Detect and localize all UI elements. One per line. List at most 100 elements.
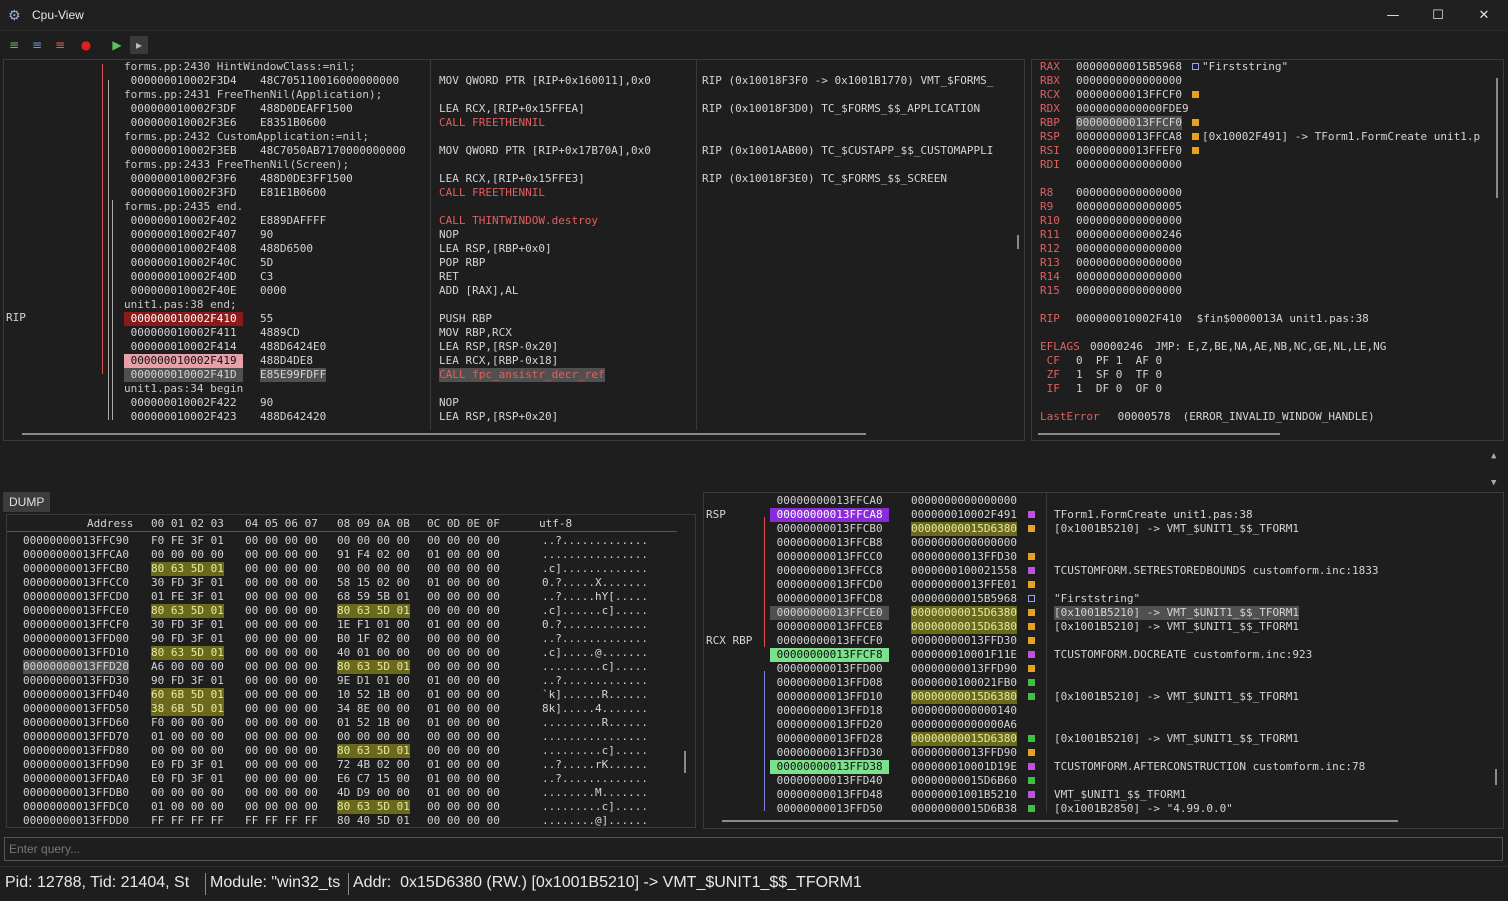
dump-address: 00000000013FFDC0 [23, 800, 129, 813]
horizontal-scrollbar[interactable] [722, 820, 1398, 822]
dump-bytes: 00 00 00 00 [245, 730, 318, 743]
dump-bytes: 00 00 00 00 [245, 660, 318, 673]
horizontal-scrollbar[interactable] [22, 433, 866, 435]
dump-bytes: 01 00 00 00 [427, 688, 500, 701]
register-value: 00000000013FFCF0 [1076, 116, 1182, 130]
memory-dump-panel[interactable]: Address 00 01 02 03 04 05 06 07 08 09 0A 0B… [6, 514, 696, 828]
register-annotation: $fin$0000013A unit1.pas:38 [1190, 312, 1369, 325]
step-out-icon[interactable]: ≡ [51, 36, 69, 54]
stack-rsp-label: RSP [706, 508, 726, 521]
disasm-instruction: MOV RBP,RCX [439, 326, 512, 339]
dump-bytes: A6 00 00 00 [151, 660, 224, 673]
disasm-instruction: MOV QWORD PTR [RIP+0x17B70A],0x0 [439, 144, 651, 157]
step-over-icon[interactable]: ≡ [28, 36, 46, 54]
vertical-scrollbar[interactable] [1017, 235, 1019, 249]
query-input[interactable]: Enter query... [4, 837, 1503, 861]
status-pid: Pid: 12788, Tid: 21404, St [5, 874, 190, 891]
dump-address: 00000000013FFD00 [23, 632, 129, 645]
dump-bytes: 80 63 5D 01 [151, 562, 224, 576]
vertical-scrollbar[interactable] [1496, 78, 1498, 198]
register-name: IF [1040, 382, 1060, 395]
dump-bytes: 00 00 00 00 [245, 716, 318, 729]
stack-value: 00000000015D6380 [911, 606, 1017, 620]
dump-bytes: 00 00 00 00 [245, 674, 318, 687]
dump-bytes: 80 63 5D 01 [337, 604, 410, 618]
dump-bytes: 00 00 00 00 [245, 534, 318, 547]
dump-bytes: 80 40 5D 01 [337, 814, 410, 827]
dump-bytes: 80 63 5D 01 [151, 646, 224, 660]
stack-address: 00000000013FFD10 [770, 690, 890, 703]
disasm-bytes: 488D0DE3FF1500 [260, 172, 353, 185]
close-button[interactable]: ✕ [1461, 0, 1507, 31]
register-value: 0000000000000000 [1076, 256, 1182, 269]
register-marker [1192, 63, 1199, 70]
maximize-button[interactable]: ☐ [1415, 0, 1461, 31]
stack-address: 00000000013FFCB0 [770, 522, 890, 535]
tab-dump-0[interactable]: DUMP 0 [3, 492, 51, 529]
horizontal-scrollbar[interactable] [1038, 433, 1280, 435]
disasm-address: 000000010002F3D4 [124, 74, 244, 87]
register-name: CF [1040, 354, 1060, 367]
source-line: forms.pp:2433 FreeThenNil(Screen); [124, 158, 350, 171]
disasm-address: 000000010002F40E [124, 284, 244, 297]
register-value: 00000000013FFEF0 [1076, 144, 1182, 157]
minimize-button[interactable]: — [1370, 0, 1416, 31]
register-value: 0000000000000000 [1076, 214, 1182, 227]
stack-frame-line [764, 517, 765, 647]
dump-bytes: 80 63 5D 01 [337, 800, 410, 814]
dump-bytes: 00 00 00 00 [427, 632, 500, 645]
vertical-scrollbar[interactable] [684, 751, 686, 773]
scroll-up-icon[interactable]: ▲ [1491, 451, 1496, 461]
stack-marker [1028, 609, 1035, 616]
disasm-instruction: CALL fpc_ansistr_decr_ref [439, 368, 605, 382]
register-name: R12 [1040, 242, 1060, 255]
stack-marker [1028, 693, 1035, 700]
dump-bytes: FF FF FF FF [245, 814, 318, 827]
disassembly-panel[interactable]: RIP forms.pp:2430 HintWindowClass:=nil; … [3, 59, 1025, 441]
stack-address: 00000000013FFCA8 [770, 508, 890, 522]
dump-address: 00000000013FFD20 [23, 660, 129, 674]
register-name: EFLAGS [1040, 340, 1080, 353]
stack-comment: TCUSTOMFORM.DOCREATE customform.inc:923 [1054, 648, 1313, 661]
stack-value: 000000010001F11E [911, 648, 1017, 661]
scroll-down-icon[interactable]: ▼ [1491, 478, 1496, 488]
disasm-bytes: 55 [260, 312, 274, 325]
dump-address: 00000000013FFD90 [23, 758, 129, 771]
dump-utf8: .........R...... [542, 716, 648, 729]
disasm-comment: RIP (0x10018F3E0) TC_$FORMS_$$_SCREEN [702, 172, 948, 185]
disasm-address: 000000010002F407 [124, 228, 244, 241]
disasm-instruction: LEA RCX,[RBP-0x18] [439, 354, 559, 367]
vertical-scrollbar[interactable] [1495, 769, 1497, 785]
dump-bytes: 00 00 00 00 [245, 576, 318, 589]
dump-bytes: 00 00 00 00 [337, 562, 410, 575]
dump-bytes: 34 8E 00 00 [337, 702, 410, 715]
register-value: 1 DF 0 OF 0 [1076, 382, 1163, 395]
register-name: R10 [1040, 214, 1060, 227]
disasm-instruction: LEA RCX,[RIP+0x15FFEA] [439, 102, 585, 115]
dump-address: 00000000013FFD10 [23, 646, 129, 659]
run-to-icon[interactable]: ▶ [108, 36, 126, 54]
registers-panel[interactable]: RAX 00000000015B5968 "Firststring" RBX 00000… [1031, 59, 1504, 441]
stack-marker [1028, 791, 1035, 798]
register-value: 00000578 [1111, 410, 1171, 423]
dump-bytes: 01 52 1B 00 [337, 716, 410, 729]
disasm-instruction: POP RBP [439, 256, 486, 269]
stop-icon[interactable]: ● [77, 36, 95, 54]
disasm-instruction: MOV QWORD PTR [RIP+0x160011],0x0 [439, 74, 651, 87]
source-line: forms.pp:2435 end. [124, 200, 244, 213]
dump-bytes: 01 FE 3F 01 [151, 590, 224, 603]
stack-value: 0000000000000000 [911, 494, 1017, 507]
dump-bytes: E0 FD 3F 01 [151, 772, 224, 785]
run-icon[interactable]: ▸ [130, 36, 148, 54]
dump-header-address: Address [87, 517, 134, 530]
stack-panel[interactable]: RSP RCX RBP 00000000013FFCA0 000000000000… [703, 492, 1504, 829]
disasm-address: 000000010002F3DF [124, 102, 244, 115]
status-module: Module: "win32_ts [210, 874, 341, 891]
jump-arrow-line [102, 64, 103, 374]
dump-bytes: F0 00 00 00 [151, 716, 224, 729]
stack-marker [1028, 581, 1035, 588]
stack-value: 00000000015D6380 [911, 522, 1017, 536]
step-into-icon[interactable]: ≡ [5, 36, 23, 54]
dump-header-col: 00 01 02 03 [151, 517, 224, 530]
dump-bytes: 00 00 00 00 [427, 744, 500, 757]
